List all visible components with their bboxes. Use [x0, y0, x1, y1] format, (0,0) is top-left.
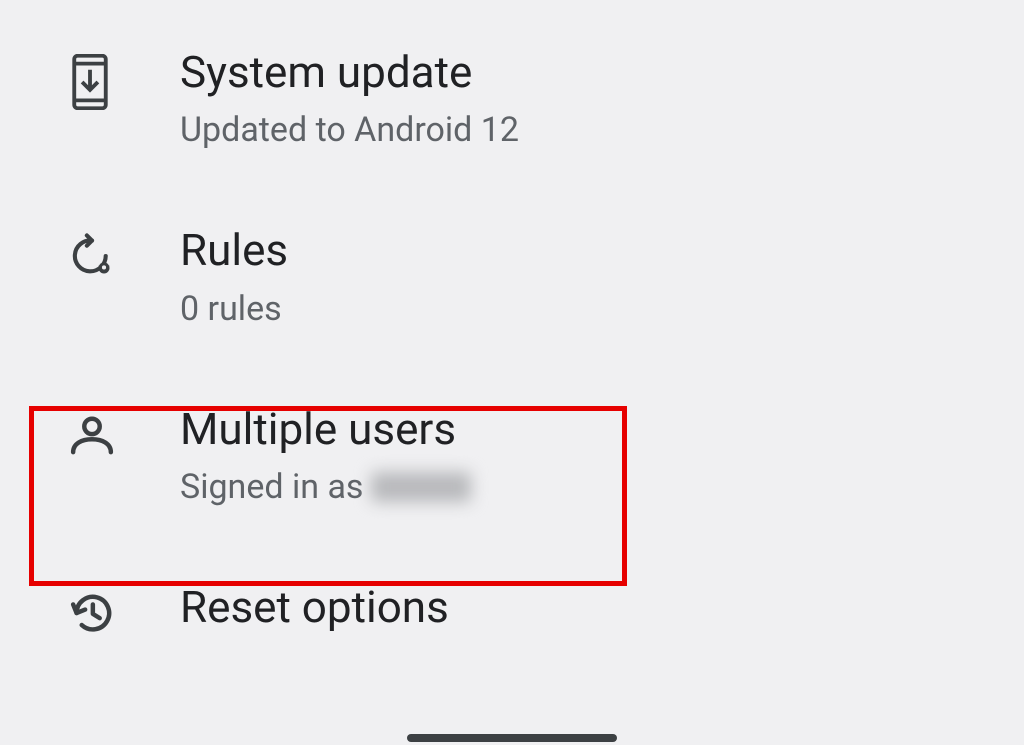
history-icon	[68, 583, 124, 637]
person-icon	[68, 405, 124, 459]
rules-icon	[68, 226, 124, 280]
system-update-icon	[68, 48, 124, 110]
navigation-handle[interactable]	[407, 734, 617, 742]
setting-item-title: System update	[180, 48, 974, 96]
setting-item-subtitle: 0 rules	[180, 289, 974, 329]
setting-item-reset-options[interactable]: Reset options	[0, 545, 1024, 657]
setting-item-title: Reset options	[180, 583, 974, 631]
setting-item-multiple-users[interactable]: Multiple users Signed in as	[0, 367, 1024, 545]
setting-item-title: Rules	[180, 226, 974, 274]
setting-item-subtitle: Signed in as	[180, 467, 974, 507]
setting-item-text: System update Updated to Android 12	[180, 48, 974, 150]
setting-item-text: Reset options	[180, 583, 974, 631]
signed-in-username-redacted	[371, 472, 471, 502]
setting-item-title: Multiple users	[180, 405, 974, 453]
setting-item-system-update[interactable]: System update Updated to Android 12	[0, 10, 1024, 188]
setting-item-rules[interactable]: Rules 0 rules	[0, 188, 1024, 366]
settings-list: System update Updated to Android 12 Rule…	[0, 0, 1024, 657]
setting-item-text: Multiple users Signed in as	[180, 405, 974, 507]
setting-item-text: Rules 0 rules	[180, 226, 974, 328]
signed-in-prefix: Signed in as	[180, 467, 363, 507]
setting-item-subtitle: Updated to Android 12	[180, 110, 974, 150]
